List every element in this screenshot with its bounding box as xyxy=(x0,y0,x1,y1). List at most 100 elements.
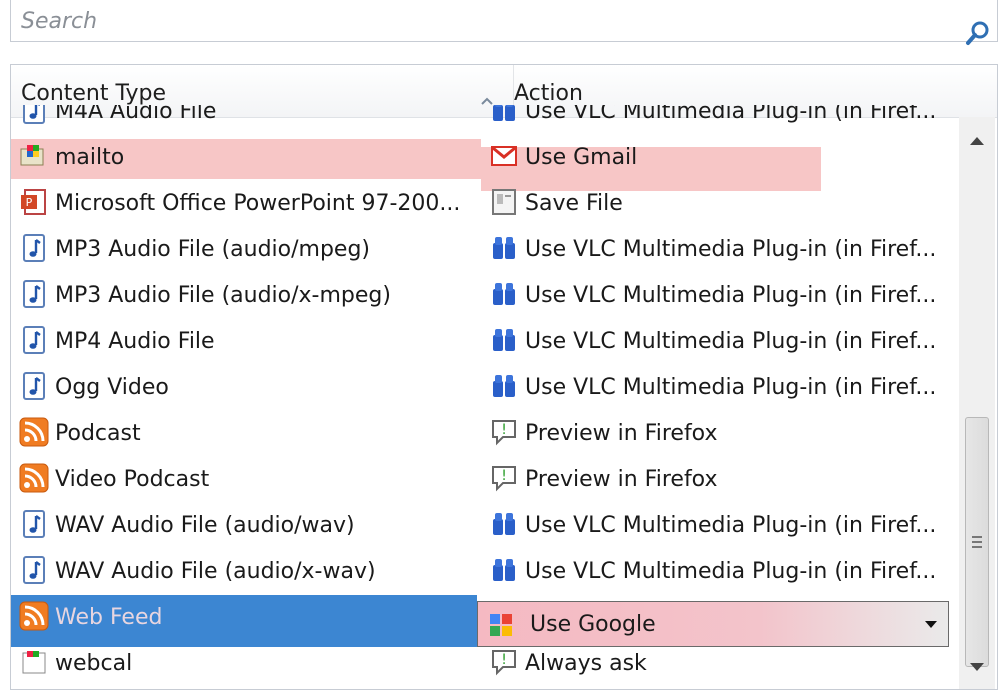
music-file-icon xyxy=(19,105,49,125)
content-type-cell: WAV Audio File (audio/wav) xyxy=(19,503,479,549)
save-file-icon xyxy=(489,187,519,217)
list-row-microsoft-office-powerpoint-97-200[interactable]: P Microsoft Office PowerPoint 97-200... Sa… xyxy=(11,181,956,227)
content-type-cell: Web Feed xyxy=(19,595,479,641)
svg-text:P: P xyxy=(26,196,33,209)
list-row-video-podcast[interactable]: Video Podcast! Preview in Firefox xyxy=(11,457,956,503)
action-cell[interactable]: Use Gmail xyxy=(489,135,954,181)
search-icon[interactable] xyxy=(965,20,991,46)
preview-icon: ! xyxy=(489,463,519,493)
list-row-mailto[interactable]: mailto Use Gmail xyxy=(11,135,956,191)
list-row-mp4-audio-file[interactable]: MP4 Audio File Use VLC Multimedia Plug-in… xyxy=(11,319,956,365)
list-row-podcast[interactable]: Podcast! Preview in Firefox xyxy=(11,411,956,457)
content-type-label: Podcast xyxy=(55,421,141,446)
list-row-wav-audio-file-audio-x-wav[interactable]: WAV Audio File (audio/x-wav) Use VLC Mult… xyxy=(11,549,956,595)
content-type-cell: Video Podcast xyxy=(19,457,479,503)
scrollbar-thumb[interactable] xyxy=(965,417,989,667)
dropdown-arrow-icon[interactable] xyxy=(924,620,938,630)
content-type-label: webcal xyxy=(55,651,133,676)
rss-icon xyxy=(19,601,49,631)
webcal-icon xyxy=(19,647,49,677)
list-row-web-feed[interactable]: Web Feed Use Google xyxy=(11,595,956,647)
search-box[interactable] xyxy=(10,0,998,45)
content-type-label: Video Podcast xyxy=(55,467,210,492)
content-type-label: WAV Audio File (audio/wav) xyxy=(55,513,355,538)
music-file-icon xyxy=(19,233,49,263)
preview-icon: ! xyxy=(489,417,519,447)
list-row-mp3-audio-file-audio-x-mpeg[interactable]: MP3 Audio File (audio/x-mpeg) Use VLC Mul… xyxy=(11,273,956,319)
content-type-label: MP4 Audio File xyxy=(55,329,215,354)
action-label: Use Gmail xyxy=(525,145,638,170)
list-rows: M4A Audio File Use VLC Multimedia Plug-in… xyxy=(11,105,956,689)
content-type-label: WAV Audio File (audio/x-wav) xyxy=(55,559,376,584)
scroll-up-arrow-icon[interactable] xyxy=(959,117,995,157)
action-cell[interactable]: Use VLC Multimedia Plug-in (in Firef... xyxy=(489,319,954,365)
music-file-icon xyxy=(19,555,49,585)
action-cell[interactable]: ! Preview in Firefox xyxy=(489,411,954,457)
content-type-label: MP3 Audio File (audio/x-mpeg) xyxy=(55,283,391,308)
action-cell[interactable]: ! Always ask xyxy=(489,641,954,687)
sort-ascending-icon xyxy=(481,97,493,105)
content-type-cell: Ogg Video xyxy=(19,365,479,411)
content-type-label: mailto xyxy=(55,145,125,170)
svg-text:!: ! xyxy=(501,422,507,438)
content-type-label: M4A Audio File xyxy=(55,105,217,124)
content-type-cell: P Microsoft Office PowerPoint 97-200... xyxy=(19,181,479,227)
content-type-cell: M4A Audio File xyxy=(19,105,479,135)
action-label: Use VLC Multimedia Plug-in (in Firef... xyxy=(525,105,937,124)
action-label: Preview in Firefox xyxy=(525,421,718,446)
content-type-list: Content Type Action M4A Audio File Use VL… xyxy=(10,64,998,690)
rss-icon xyxy=(19,463,49,493)
action-label: Use VLC Multimedia Plug-in (in Firef... xyxy=(525,329,937,354)
vlc-plugin-icon xyxy=(489,233,519,263)
vlc-plugin-icon xyxy=(489,279,519,309)
powerpoint-icon: P xyxy=(19,187,49,217)
content-type-label: Ogg Video xyxy=(55,375,169,400)
action-label: Use VLC Multimedia Plug-in (in Firef... xyxy=(525,375,937,400)
vertical-scrollbar[interactable] xyxy=(959,117,995,689)
list-row-ogg-video[interactable]: Ogg Video Use VLC Multimedia Plug-in (in … xyxy=(11,365,956,411)
content-type-cell: MP3 Audio File (audio/mpeg) xyxy=(19,227,479,273)
music-file-icon xyxy=(19,325,49,355)
gmail-icon xyxy=(489,141,519,171)
content-type-cell: Podcast xyxy=(19,411,479,457)
rss-icon xyxy=(19,417,49,447)
music-file-icon xyxy=(19,509,49,539)
content-type-cell: mailto xyxy=(19,135,479,181)
vlc-plugin-icon xyxy=(489,509,519,539)
scrollbar-grip-icon xyxy=(972,536,982,548)
action-label: Use VLC Multimedia Plug-in (in Firef... xyxy=(525,283,937,308)
action-cell[interactable]: Use VLC Multimedia Plug-in (in Firef... xyxy=(489,105,954,135)
action-cell[interactable]: Use VLC Multimedia Plug-in (in Firef... xyxy=(489,227,954,273)
action-cell[interactable]: Use VLC Multimedia Plug-in (in Firef... xyxy=(489,273,954,319)
content-type-cell: MP4 Audio File xyxy=(19,319,479,365)
music-file-icon xyxy=(19,279,49,309)
list-row-wav-audio-file-audio-wav[interactable]: WAV Audio File (audio/wav) Use VLC Multim… xyxy=(11,503,956,549)
content-type-label: Web Feed xyxy=(55,605,163,630)
content-type-cell: MP3 Audio File (audio/x-mpeg) xyxy=(19,273,479,319)
list-row-m4a-audio-file[interactable]: M4A Audio File Use VLC Multimedia Plug-in… xyxy=(11,105,956,135)
vlc-plugin-icon xyxy=(489,105,519,125)
action-cell[interactable]: Use VLC Multimedia Plug-in (in Firef... xyxy=(489,503,954,549)
action-label: Save File xyxy=(525,191,623,216)
action-label: Use VLC Multimedia Plug-in (in Firef... xyxy=(525,237,937,262)
list-row-webcal[interactable]: webcal! Always ask xyxy=(11,641,956,687)
action-label: Use VLC Multimedia Plug-in (in Firef... xyxy=(525,559,937,584)
action-cell[interactable]: Use VLC Multimedia Plug-in (in Firef... xyxy=(489,549,954,595)
vlc-plugin-icon xyxy=(489,371,519,401)
action-cell[interactable]: Save File xyxy=(489,181,954,227)
action-label: Always ask xyxy=(525,651,647,676)
svg-text:!: ! xyxy=(501,468,507,484)
action-cell[interactable]: Use VLC Multimedia Plug-in (in Firef... xyxy=(489,365,954,411)
list-row-mp3-audio-file-audio-mpeg[interactable]: MP3 Audio File (audio/mpeg) Use VLC Multi… xyxy=(11,227,956,273)
content-type-cell: WAV Audio File (audio/x-wav) xyxy=(19,549,479,595)
vlc-plugin-icon xyxy=(489,325,519,355)
content-type-cell: webcal xyxy=(19,641,479,687)
mailto-icon xyxy=(19,141,49,171)
action-label: Use VLC Multimedia Plug-in (in Firef... xyxy=(525,513,937,538)
action-label: Preview in Firefox xyxy=(525,467,718,492)
scroll-down-arrow-icon[interactable] xyxy=(959,649,995,689)
preview-icon: ! xyxy=(489,647,519,677)
content-type-label: Microsoft Office PowerPoint 97-200... xyxy=(55,191,461,216)
action-cell[interactable]: ! Preview in Firefox xyxy=(489,457,954,503)
search-input[interactable] xyxy=(11,0,953,42)
